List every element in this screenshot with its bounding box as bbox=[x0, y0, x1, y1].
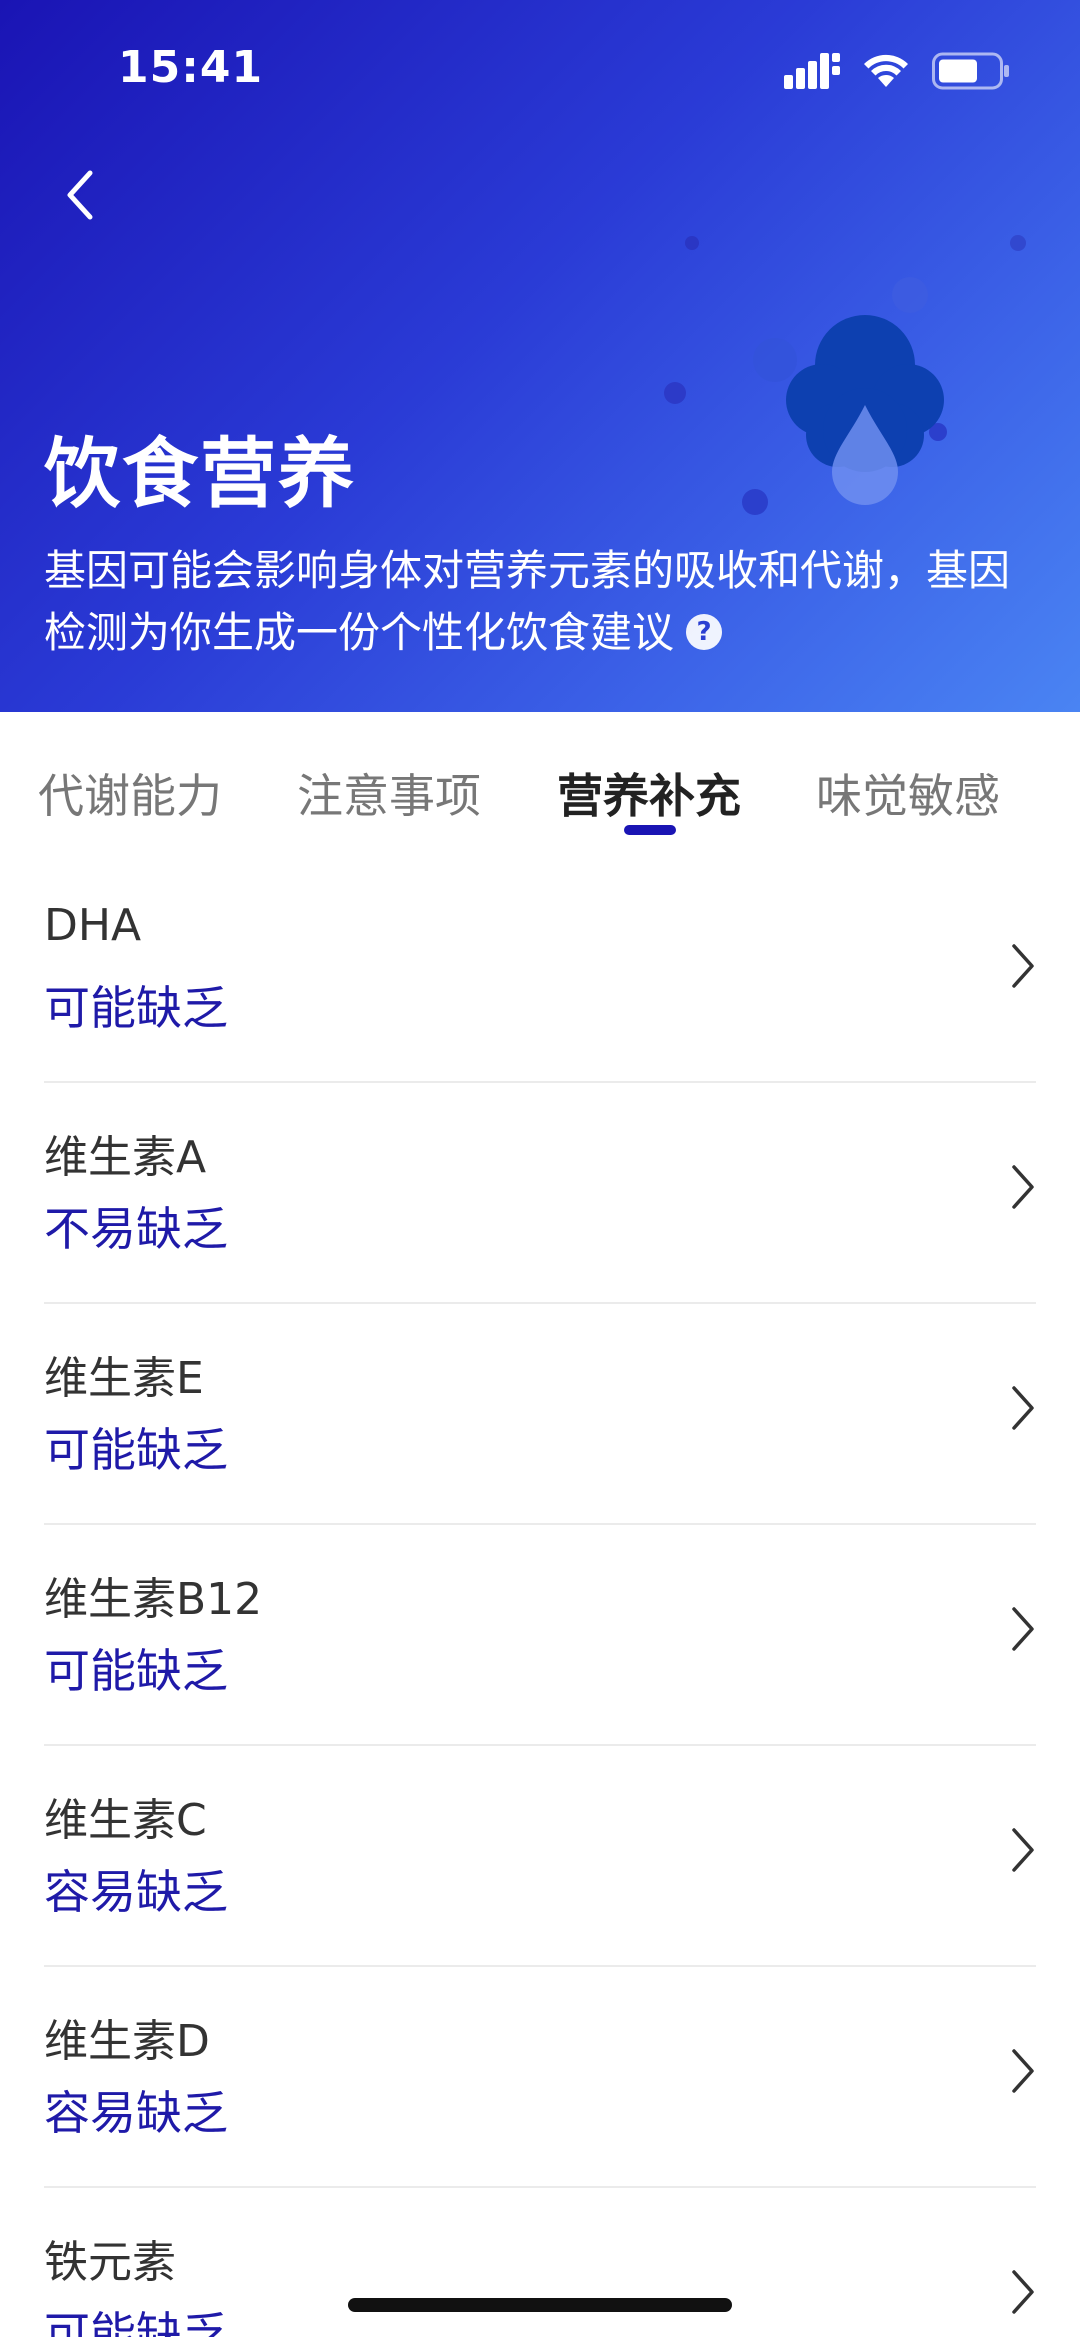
nutrient-status: 可能缺乏 bbox=[44, 981, 228, 1035]
list-item[interactable]: 维生素A 不易缺乏 bbox=[44, 1083, 1036, 1304]
question-circle-icon[interactable]: ? bbox=[686, 613, 723, 650]
list-item[interactable]: 维生素E 可能缺乏 bbox=[44, 1304, 1036, 1525]
nutrient-status: 不易缺乏 bbox=[44, 1202, 228, 1256]
chevron-right-icon bbox=[1012, 1386, 1034, 1430]
nutrient-status: 可能缺乏 bbox=[44, 2307, 228, 2337]
signal-icon bbox=[784, 53, 840, 89]
list-item[interactable]: 维生素B12 可能缺乏 bbox=[44, 1525, 1036, 1746]
chevron-left-icon bbox=[67, 170, 93, 220]
page-title: 饮食营养 bbox=[44, 429, 356, 518]
description-text: 基因可能会影响身体对营养元素的吸收和代谢，基因检测为你生成一份个性化饮食建议 bbox=[44, 546, 1011, 657]
nutrient-name: 维生素A bbox=[44, 1132, 207, 1183]
chevron-right-icon bbox=[1012, 944, 1034, 988]
list-item[interactable]: 维生素D 容易缺乏 bbox=[44, 1967, 1036, 2188]
header-banner: 15:41 饮食营养 基因可能会影响身体对营养元素的吸收和代谢，基因检测为你生成… bbox=[0, 0, 1080, 712]
nutrient-name: DHA bbox=[44, 900, 142, 951]
nutrient-name: 维生素E bbox=[44, 1353, 204, 1404]
category-tabs: 代谢能力 注意事项 营养补充 味觉敏感 bbox=[0, 712, 1080, 862]
tab-precautions[interactable]: 注意事项 bbox=[297, 760, 481, 826]
nutrient-name: 维生素B12 bbox=[44, 1574, 263, 1625]
chevron-right-icon bbox=[1012, 2049, 1034, 2093]
status-icons bbox=[784, 52, 1010, 90]
home-indicator[interactable] bbox=[348, 2298, 732, 2312]
battery-icon bbox=[932, 52, 1009, 90]
status-time: 15:41 bbox=[118, 42, 264, 93]
list-item[interactable]: 维生素C 容易缺乏 bbox=[44, 1746, 1036, 1967]
nutrient-status: 可能缺乏 bbox=[44, 1423, 228, 1477]
nutrient-status: 容易缺乏 bbox=[44, 1865, 228, 1919]
food-illustration-icon bbox=[664, 235, 1026, 515]
chevron-right-icon bbox=[1012, 1828, 1034, 1872]
list-item[interactable]: DHA 可能缺乏 bbox=[44, 862, 1036, 1083]
active-tab-indicator bbox=[624, 825, 676, 835]
nutrient-name: 铁元素 bbox=[44, 2237, 176, 2288]
tab-metabolism[interactable]: 代谢能力 bbox=[38, 760, 222, 826]
status-bar: 15:41 bbox=[0, 0, 1080, 140]
chevron-right-icon bbox=[1012, 1607, 1034, 1651]
wifi-icon bbox=[864, 54, 908, 87]
page-description: 基因可能会影响身体对营养元素的吸收和代谢，基因检测为你生成一份个性化饮食建议? bbox=[44, 540, 1044, 664]
nutrient-status: 容易缺乏 bbox=[44, 2086, 228, 2140]
nutrient-name: 维生素C bbox=[44, 1795, 207, 1846]
tab-nutrition-supplement[interactable]: 营养补充 bbox=[557, 760, 741, 826]
tab-taste-sensitivity[interactable]: 味觉敏感 bbox=[816, 760, 1000, 826]
chevron-right-icon bbox=[1012, 1165, 1034, 1209]
back-button[interactable] bbox=[50, 160, 110, 230]
nutrient-status: 可能缺乏 bbox=[44, 1644, 228, 1698]
list-item[interactable]: 铁元素 可能缺乏 bbox=[44, 2188, 1036, 2337]
nutrient-name: 维生素D bbox=[44, 2016, 210, 2067]
chevron-right-icon bbox=[1012, 2270, 1034, 2314]
nutrient-list: DHA 可能缺乏 维生素A 不易缺乏 维生素E 可能缺乏 维生素B12 可能缺乏… bbox=[0, 862, 1080, 2337]
